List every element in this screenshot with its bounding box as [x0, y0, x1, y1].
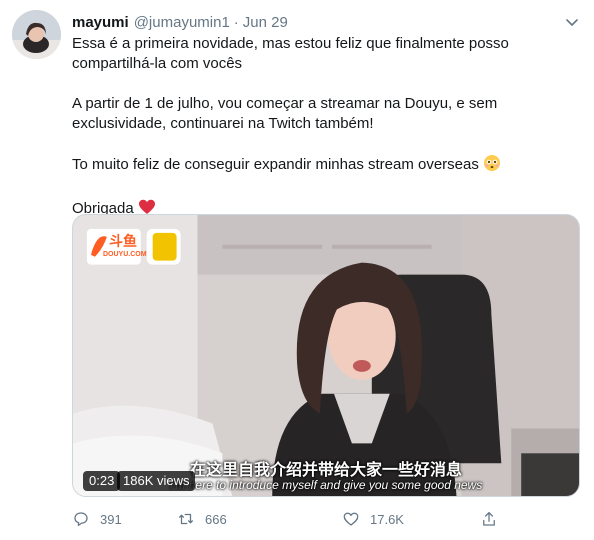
tweet-paragraph-text: To muito feliz de conseguir expandir min… [72, 156, 479, 173]
douyu-logo-cn: 斗鱼 [109, 234, 137, 250]
reply-count: 391 [100, 511, 122, 527]
tweet-actions: 391 666 17.6K [72, 510, 532, 532]
user-name[interactable]: mayumi [72, 14, 129, 31]
tweet-text: Essa é a primeira novidade, mas estou fe… [72, 34, 552, 242]
video-time-badge: 0:23 [83, 471, 121, 491]
video-player[interactable]: 斗鱼 DOUYU.COM 在这里自我介绍并带给大家一些好消息 I'm here … [72, 214, 580, 497]
user-handle[interactable]: @jumayumin1 [134, 14, 230, 31]
tweet-paragraph: Essa é a primeira novidade, mas estou fe… [72, 35, 509, 72]
video-views-badge: 186K views [117, 471, 196, 491]
separator-dot: · [233, 13, 239, 31]
tweet-card[interactable]: mayumi @jumayumin1 · Jun 29 Essa é a pri… [0, 0, 594, 540]
video-frame [73, 215, 579, 496]
like-button[interactable]: 17.6K [342, 510, 404, 528]
heart-outline-icon [343, 512, 359, 526]
flushed-face-icon [483, 154, 501, 178]
retweet-count: 666 [205, 511, 227, 527]
chevron-down-icon[interactable] [564, 14, 580, 30]
like-count: 17.6K [370, 511, 404, 527]
reply-button[interactable]: 391 [72, 510, 122, 528]
share-icon [483, 511, 495, 526]
tweet-paragraph: A partir de 1 de julho, vou começar a st… [72, 95, 498, 132]
tweet-header: mayumi @jumayumin1 · Jun 29 [72, 12, 288, 32]
reply-icon [74, 512, 88, 527]
share-button[interactable] [480, 510, 508, 528]
tweet-date[interactable]: Jun 29 [243, 14, 288, 31]
avatar[interactable] [12, 10, 61, 59]
retweet-button[interactable]: 666 [177, 510, 227, 528]
tweet-paragraph: To muito feliz de conseguir expandir min… [72, 154, 552, 178]
retweet-icon [178, 513, 194, 525]
douyu-logo-text: DOUYU.COM [103, 251, 147, 258]
